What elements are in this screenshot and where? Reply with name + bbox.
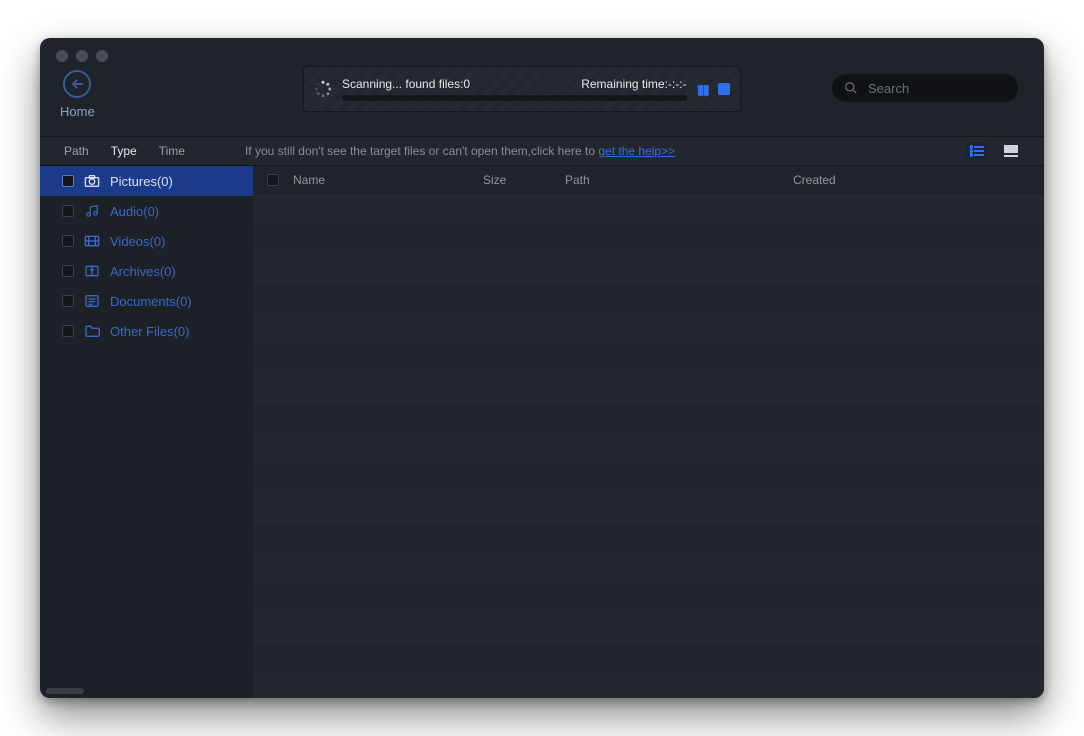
category-label: Videos(0) xyxy=(110,234,165,249)
table-row xyxy=(253,254,1044,284)
stop-scan-button[interactable] xyxy=(718,83,730,95)
scan-remaining-text: Remaining time:-:-:- xyxy=(581,77,686,91)
category-label: Documents(0) xyxy=(110,294,192,309)
tab-path[interactable]: Path xyxy=(62,138,91,164)
column-created[interactable]: Created xyxy=(793,173,1044,187)
sidebar-scrollbar[interactable] xyxy=(46,688,84,694)
table-body xyxy=(253,194,1044,698)
category-checkbox[interactable] xyxy=(62,325,74,337)
video-icon xyxy=(84,234,100,248)
header: Home xyxy=(40,38,1044,128)
column-path[interactable]: Path xyxy=(565,173,793,187)
table-row xyxy=(253,284,1044,314)
home-button[interactable]: Home xyxy=(60,70,95,119)
category-label: Other Files(0) xyxy=(110,324,189,339)
table-header: Name Size Path Created xyxy=(253,166,1044,194)
table-row xyxy=(253,374,1044,404)
tab-time[interactable]: Time xyxy=(157,138,187,164)
table-row xyxy=(253,584,1044,614)
grid-view-button[interactable] xyxy=(1000,142,1022,160)
column-name[interactable]: Name xyxy=(293,173,483,187)
grid-view-icon xyxy=(1004,145,1018,157)
scan-status-text: Scanning... found files:0 xyxy=(342,77,470,91)
category-videos[interactable]: Videos(0) xyxy=(40,226,253,256)
category-label: Audio(0) xyxy=(110,204,159,219)
category-pictures[interactable]: Pictures(0) xyxy=(40,166,253,196)
table-row xyxy=(253,224,1044,254)
search-field[interactable] xyxy=(832,74,1018,102)
scan-status-bar: Scanning... found files:0 Remaining time… xyxy=(303,66,741,112)
table-row xyxy=(253,194,1044,224)
category-checkbox[interactable] xyxy=(62,295,74,307)
spinner-icon xyxy=(314,80,332,98)
category-checkbox[interactable] xyxy=(62,205,74,217)
music-icon xyxy=(84,204,100,218)
table-row xyxy=(253,434,1044,464)
column-size[interactable]: Size xyxy=(483,173,565,187)
table-row xyxy=(253,614,1044,644)
table-row xyxy=(253,344,1044,374)
search-input[interactable] xyxy=(866,80,1044,97)
category-documents[interactable]: Documents(0) xyxy=(40,286,253,316)
category-archives[interactable]: Archives(0) xyxy=(40,256,253,286)
filter-strip: Path Type Time If you still don't see th… xyxy=(40,136,1044,166)
table-row xyxy=(253,494,1044,524)
help-hint: If you still don't see the target files … xyxy=(245,144,675,158)
pause-scan-button[interactable]: ▮▮ xyxy=(697,81,708,98)
table-row xyxy=(253,674,1044,698)
category-label: Archives(0) xyxy=(110,264,176,279)
category-checkbox[interactable] xyxy=(62,235,74,247)
select-all-checkbox[interactable] xyxy=(267,174,279,186)
document-icon xyxy=(84,294,100,308)
help-hint-text: If you still don't see the target files … xyxy=(245,144,598,158)
table-row xyxy=(253,554,1044,584)
app-window: Home xyxy=(40,38,1044,698)
home-label: Home xyxy=(60,104,95,119)
camera-icon xyxy=(84,174,100,188)
archive-icon xyxy=(84,264,100,278)
list-view-icon xyxy=(970,145,984,157)
get-help-link[interactable]: get the help>> xyxy=(598,144,675,158)
tab-type[interactable]: Type xyxy=(109,138,139,164)
table-row xyxy=(253,464,1044,494)
list-view-button[interactable] xyxy=(966,142,988,160)
folder-icon xyxy=(84,324,100,338)
category-label: Pictures(0) xyxy=(110,174,173,189)
table-row xyxy=(253,314,1044,344)
category-sidebar: Pictures(0) Audio(0) Videos(0) Archives(0) D… xyxy=(40,166,253,698)
search-icon xyxy=(844,81,858,95)
category-checkbox[interactable] xyxy=(62,175,74,187)
table-row xyxy=(253,644,1044,674)
category-audio[interactable]: Audio(0) xyxy=(40,196,253,226)
category-checkbox[interactable] xyxy=(62,265,74,277)
back-home-icon xyxy=(63,70,91,98)
table-row xyxy=(253,404,1044,434)
table-row xyxy=(253,524,1044,554)
scan-progress-bar xyxy=(342,95,687,101)
results-pane: Name Size Path Created xyxy=(253,166,1044,698)
category-other[interactable]: Other Files(0) xyxy=(40,316,253,346)
